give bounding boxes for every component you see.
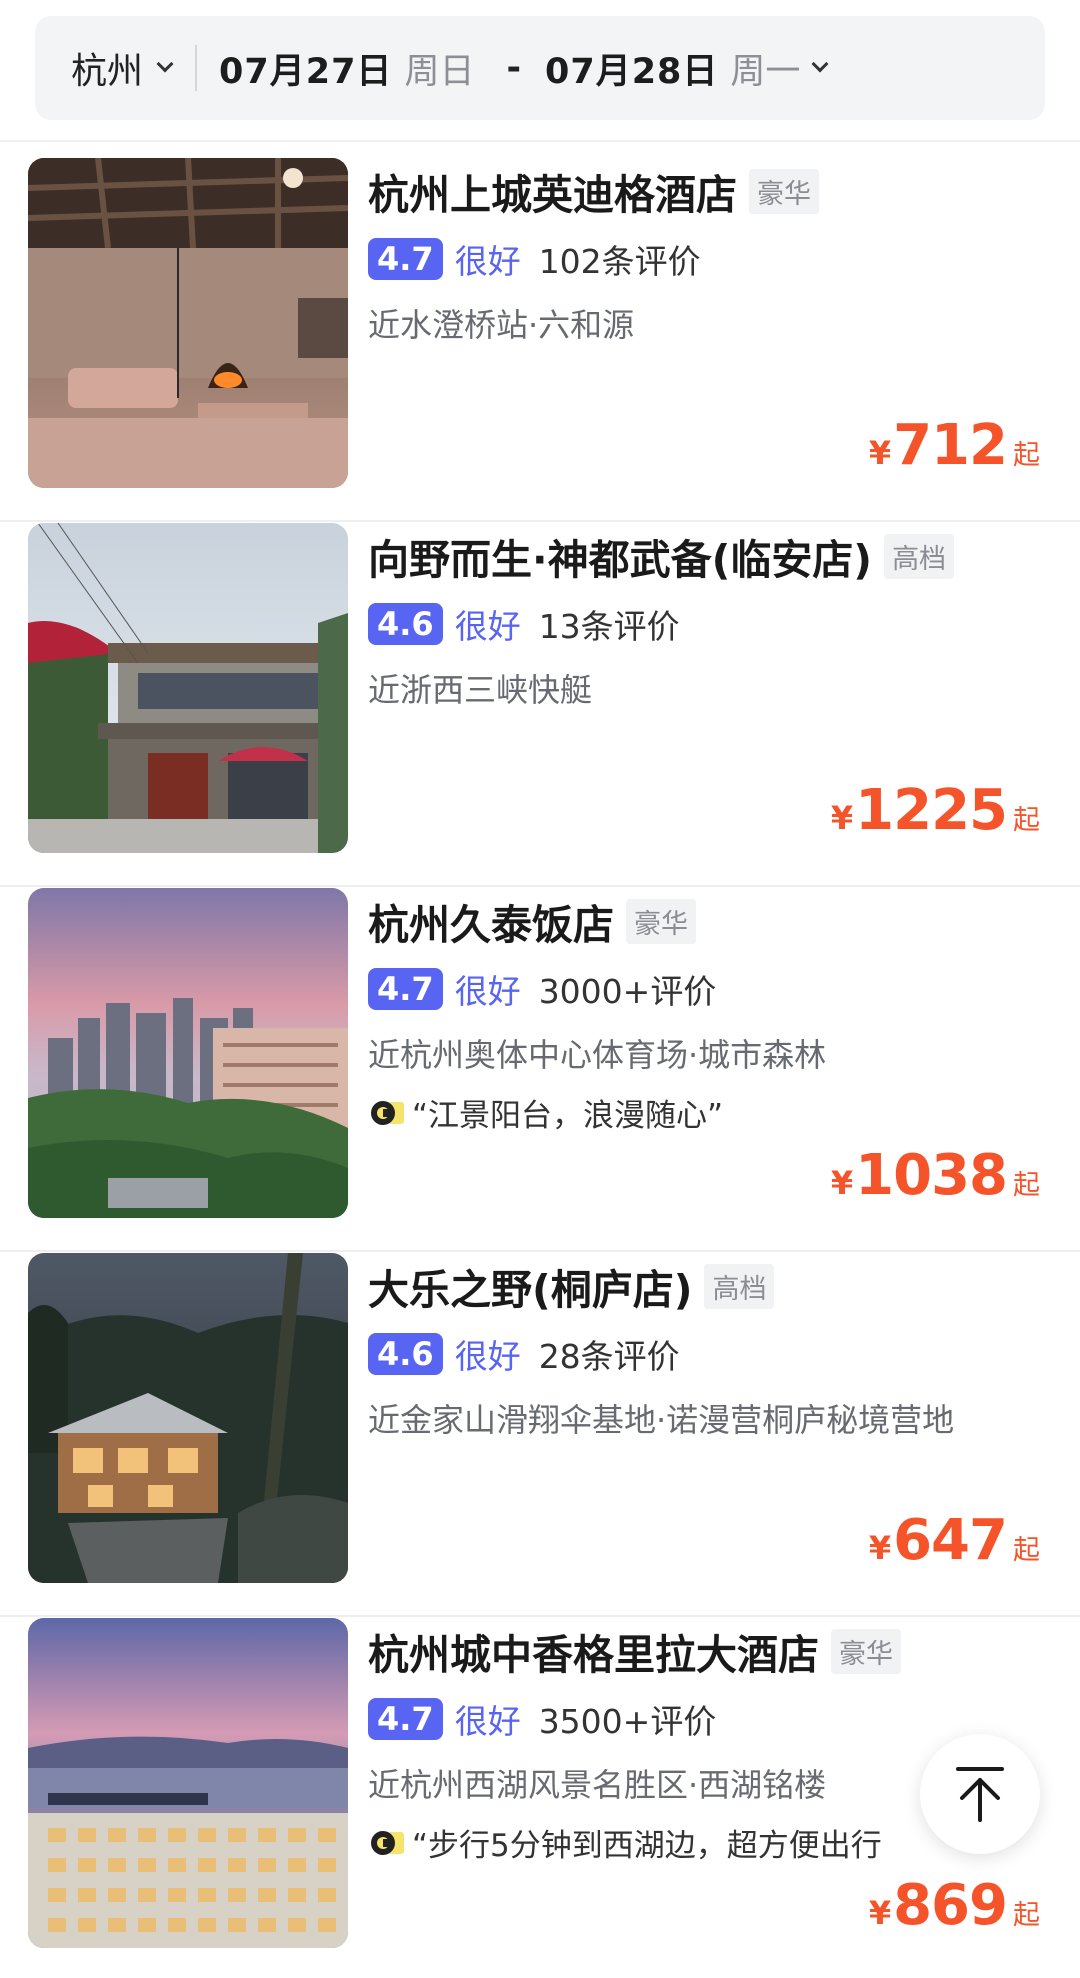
price-amount: 712 — [893, 413, 1008, 478]
divider — [0, 885, 1080, 887]
currency-symbol: ¥ — [868, 1894, 892, 1932]
divider — [0, 520, 1080, 522]
rating-score: 4.6 — [368, 1333, 443, 1375]
hotel-grade-badge: 豪华 — [626, 898, 696, 944]
check-in-weekday: 周日 — [404, 51, 475, 92]
review-count[interactable]: 13条评价 — [539, 600, 680, 648]
rating-score: 4.7 — [368, 1698, 443, 1740]
rating-level: 很好 — [454, 607, 521, 646]
rating-score: 4.7 — [368, 238, 443, 280]
hotel-photo[interactable] — [28, 1618, 348, 1948]
hotel-name[interactable]: 大乐之野(桐庐店) — [368, 1256, 692, 1316]
check-in-date: 07月27日 — [219, 51, 393, 92]
review-count[interactable]: 102条评价 — [539, 235, 701, 283]
price-suffix: 起 — [1013, 1900, 1040, 1931]
hotel-location: 近金家山滑翔伞基地·诺漫营桐庐秘境营地 — [368, 1401, 955, 1439]
divider — [0, 1250, 1080, 1252]
hotel-card[interactable]: 大乐之野(桐庐店) 高档 4.6 很好 28条评价 近金家山滑翔伞基地·诺漫营桐… — [0, 1253, 1080, 1617]
price-amount: 647 — [893, 1508, 1008, 1573]
hotel-price: ¥ 712 起 — [869, 413, 1040, 478]
price-suffix: 起 — [1013, 1170, 1040, 1201]
price-amount: 869 — [893, 1873, 1008, 1938]
hotel-info: 向野而生·神都武备(临安店) 高档 4.6 很好 13条评价 近浙西三峡快艇 ¥… — [368, 523, 1064, 853]
quote-badge-icon — [371, 1830, 404, 1855]
hotel-name[interactable]: 杭州城中香格里拉大酒店 — [368, 1621, 819, 1681]
price-suffix: 起 — [1013, 1535, 1040, 1566]
hotel-name[interactable]: 杭州久泰饭店 — [368, 891, 614, 951]
hotel-photo[interactable] — [28, 1253, 348, 1583]
hotel-location: 近浙西三峡快艇 — [368, 671, 593, 709]
hotel-photo[interactable] — [28, 158, 348, 488]
hotel-info: 大乐之野(桐庐店) 高档 4.6 很好 28条评价 近金家山滑翔伞基地·诺漫营桐… — [368, 1253, 1064, 1583]
highlight-text: “步行5分钟到西湖边，超方便出行 — [412, 1828, 882, 1864]
check-out-weekday: 周一 — [730, 51, 801, 92]
hotel-grade-badge: 高档 — [704, 1263, 775, 1309]
review-count[interactable]: 3000+评价 — [539, 965, 717, 1013]
currency-symbol: ¥ — [830, 799, 854, 837]
hotel-highlight: “江景阳台，浪漫随心” — [368, 1090, 1064, 1135]
hotel-price: ¥ 1225 起 — [831, 778, 1040, 843]
rating-level: 很好 — [454, 972, 521, 1011]
rating-score: 4.7 — [368, 968, 443, 1010]
hotel-price: ¥ 647 起 — [869, 1508, 1040, 1573]
hotel-grade-badge: 高档 — [884, 533, 955, 579]
price-suffix: 起 — [1013, 440, 1040, 471]
hotel-info: 杭州上城英迪格酒店 豪华 4.7 很好 102条评价 近水澄桥站·六和源 ¥ 7… — [368, 158, 1064, 488]
rating-level: 很好 — [454, 1702, 521, 1741]
hotel-location: 近杭州奥体中心体育场·城市森林 — [368, 1036, 827, 1074]
quote-badge-icon — [371, 1100, 404, 1125]
review-count[interactable]: 28条评价 — [539, 1330, 680, 1378]
price-amount: 1038 — [855, 1143, 1008, 1208]
hotel-price: ¥ 1038 起 — [831, 1143, 1040, 1208]
hotel-card[interactable]: 杭州上城英迪格酒店 豪华 4.7 很好 102条评价 近水澄桥站·六和源 ¥ 7… — [0, 158, 1080, 522]
hotel-name[interactable]: 杭州上城英迪格酒店 — [368, 161, 737, 221]
chevron-down-icon[interactable] — [811, 55, 829, 73]
divider — [0, 1615, 1080, 1617]
hotel-card[interactable]: 向野而生·神都武备(临安店) 高档 4.6 很好 13条评价 近浙西三峡快艇 ¥… — [0, 523, 1080, 887]
hotel-photo[interactable] — [28, 888, 348, 1218]
date-range-selector[interactable]: 07月27日 周日 - 07月28日 周一 — [219, 43, 829, 94]
arrow-up-icon — [956, 1767, 1004, 1822]
divider — [195, 45, 198, 91]
hotel-location: 近水澄桥站·六和源 — [368, 306, 635, 344]
currency-symbol: ¥ — [830, 1164, 854, 1202]
city-selector[interactable]: 杭州 — [71, 42, 143, 94]
hotel-card[interactable]: 杭州城中香格里拉大酒店 豪华 4.7 很好 3500+评价 近杭州西湖风景名胜区… — [0, 1618, 1080, 1978]
search-bar: 杭州 07月27日 周日 - 07月28日 周一 — [35, 16, 1045, 120]
check-out-date: 07月28日 — [544, 51, 719, 92]
price-amount: 1225 — [855, 778, 1008, 843]
hotel-name[interactable]: 向野而生·神都武备(临安店) — [368, 526, 872, 586]
review-count[interactable]: 3500+评价 — [539, 1695, 717, 1743]
date-separator: - — [506, 48, 521, 88]
hotel-grade-badge: 豪华 — [749, 168, 819, 214]
hotel-price: ¥ 869 起 — [869, 1873, 1040, 1938]
hotel-info: 杭州久泰饭店 豪华 4.7 很好 3000+评价 近杭州奥体中心体育场·城市森林… — [368, 888, 1064, 1218]
currency-symbol: ¥ — [868, 434, 892, 472]
rating-score: 4.6 — [368, 603, 443, 645]
hotel-photo[interactable] — [28, 523, 348, 853]
divider — [0, 140, 1080, 142]
price-suffix: 起 — [1013, 805, 1040, 836]
highlight-text: “江景阳台，浪漫随心” — [412, 1098, 724, 1134]
rating-level: 很好 — [454, 1337, 521, 1376]
back-to-top-button[interactable] — [920, 1734, 1040, 1854]
rating-level: 很好 — [454, 242, 521, 281]
hotel-highlight: “步行5分钟到西湖边，超方便出行 — [368, 1820, 928, 1865]
currency-symbol: ¥ — [868, 1529, 892, 1567]
hotel-card[interactable]: 杭州久泰饭店 豪华 4.7 很好 3000+评价 近杭州奥体中心体育场·城市森林… — [0, 888, 1080, 1252]
chevron-down-icon[interactable] — [156, 55, 174, 73]
hotel-grade-badge: 豪华 — [831, 1628, 901, 1674]
